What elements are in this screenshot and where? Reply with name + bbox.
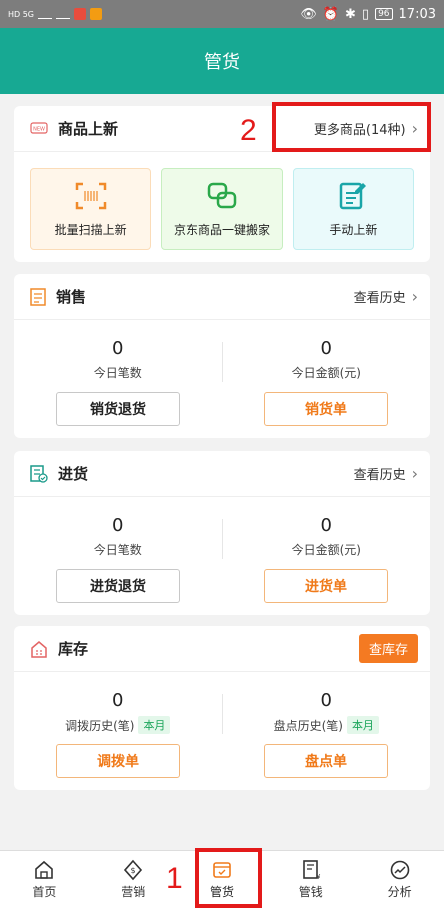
signal-icon-2 [56, 9, 71, 19]
batch-scan-tile[interactable]: 批量扫描上新 [30, 168, 152, 250]
warehouse-icon [31, 640, 47, 658]
video-app-icon [90, 8, 103, 20]
svg-text:¥: ¥ [316, 873, 321, 881]
bluetooth-icon: ✱ [345, 6, 356, 22]
home-icon [35, 860, 54, 879]
inventory-card: 库存 查库存 0 调拨历史(笔) 本月 0 盘点历史(笔) 本月 调拨单 盘点单 [14, 626, 430, 790]
page-header: 管货 [0, 28, 444, 94]
move-icon [207, 182, 237, 208]
marketing-icon: $ [124, 859, 143, 881]
manual-add-tile[interactable]: 手动上新 [292, 168, 414, 250]
page-title: 管货 [204, 52, 240, 73]
new-product-tiles: 批量扫描上新 京东商品一键搬家 手动上新 [14, 152, 430, 266]
jd-move-tile[interactable]: 京东商品一键搬家 [161, 168, 283, 250]
status-bar: HD 5G 👁 ⏰ ✱ ▯ 96 17:03 [0, 0, 444, 28]
sales-amount-label: 今日金额(元) [291, 366, 361, 380]
purchase-count-stat: 0 今日笔数 [14, 515, 222, 559]
sales-return-button[interactable]: 销货退货 [56, 392, 180, 426]
purchase-count-value: 0 [112, 515, 124, 536]
sales-count-value: 0 [112, 338, 124, 359]
tab-marketing-label: 营销 [121, 885, 146, 899]
purchase-count-label: 今日笔数 [93, 543, 142, 557]
purchase-return-button[interactable]: 进货退货 [56, 569, 180, 603]
purchase-title: 进货 [58, 465, 89, 483]
purchase-history-label: 查看历史 [353, 468, 406, 483]
highlight-box-2 [272, 102, 431, 152]
stocktake-order-button[interactable]: 盘点单 [264, 744, 388, 778]
new-badge-icon: NEW [30, 121, 48, 134]
check-stock-button[interactable]: 查库存 [358, 634, 418, 663]
purchase-amount-label: 今日金额(元) [291, 543, 361, 557]
stocktake-history-label: 盘点历史(笔) [273, 718, 343, 733]
battery-icon: 96 [375, 8, 393, 20]
eye-icon: 👁 [300, 6, 317, 22]
analysis-icon [390, 860, 409, 880]
inventory-header: 库存 查库存 [14, 626, 430, 672]
annotation-label-1: 1 [166, 862, 183, 895]
status-bar-right: 👁 ⏰ ✱ ▯ 96 17:03 [300, 7, 436, 22]
tab-analysis[interactable]: 分析 [355, 851, 444, 908]
tab-money-label: 管钱 [298, 885, 323, 899]
scan-icon [75, 182, 106, 209]
purchase-amount-stat: 0 今日金额(元) [223, 515, 431, 559]
manual-add-label: 手动上新 [329, 222, 378, 237]
sales-history-link[interactable]: 查看历史 › [354, 287, 418, 306]
vibrate-icon: ▯ [361, 6, 370, 22]
clock: 17:03 [398, 6, 436, 22]
transfer-history-stat: 0 调拨历史(笔) 本月 [14, 690, 222, 734]
tab-marketing[interactable]: $ 营销 [89, 851, 178, 908]
purchase-card: 进货 查看历史 › 0 今日笔数 0 今日金额(元) 进货退货 进货单 [14, 451, 430, 615]
status-bar-left: HD 5G [8, 8, 103, 20]
this-month-badge: 本月 [346, 716, 379, 734]
alarm-icon: ⏰ [322, 6, 340, 22]
inventory-stats: 0 调拨历史(笔) 本月 0 盘点历史(笔) 本月 [14, 672, 430, 734]
sales-amount-value: 0 [320, 338, 332, 359]
sales-history-label: 查看历史 [353, 291, 406, 306]
app-notification-icon [74, 8, 87, 20]
tab-money[interactable]: ¥ 管钱 [266, 851, 355, 908]
transfer-history-value: 0 [112, 690, 124, 711]
purchase-doc-icon [30, 464, 48, 483]
sales-title: 销售 [56, 288, 87, 306]
stocktake-history-stat: 0 盘点历史(笔) 本月 [223, 690, 431, 734]
purchase-history-link[interactable]: 查看历史 › [354, 464, 418, 483]
stocktake-history-value: 0 [320, 690, 332, 711]
sales-header: 销售 查看历史 › [14, 274, 430, 320]
sales-receipt-icon [30, 287, 46, 306]
new-products-title: 商品上新 [58, 120, 119, 138]
purchase-buttons: 进货退货 进货单 [14, 559, 430, 603]
tab-analysis-label: 分析 [387, 885, 412, 899]
network-type: HD 5G [8, 9, 35, 19]
transfer-history-label: 调拨历史(笔) [65, 718, 135, 733]
highlight-box-1 [195, 848, 262, 908]
sales-count-label: 今日笔数 [93, 366, 142, 380]
chevron-right-icon: › [411, 464, 418, 483]
tab-home-label: 首页 [32, 885, 57, 899]
this-month-badge: 本月 [138, 716, 171, 734]
sales-count-stat: 0 今日笔数 [14, 338, 222, 382]
sales-amount-stat: 0 今日金额(元) [223, 338, 431, 382]
svg-text:NEW: NEW [33, 126, 45, 132]
purchase-amount-value: 0 [320, 515, 332, 536]
sales-buttons: 销货退货 销货单 [14, 382, 430, 426]
sales-card: 销售 查看历史 › 0 今日笔数 0 今日金额(元) 销货退货 销货单 [14, 274, 430, 438]
tab-home[interactable]: 首页 [0, 851, 89, 908]
sales-stats: 0 今日笔数 0 今日金额(元) [14, 320, 430, 382]
signal-icon [38, 9, 53, 19]
inventory-title: 库存 [58, 640, 89, 658]
purchase-header: 进货 查看历史 › [14, 451, 430, 497]
batch-scan-label: 批量扫描上新 [54, 222, 127, 237]
annotation-label-2: 2 [240, 114, 257, 147]
transfer-order-button[interactable]: 调拨单 [56, 744, 180, 778]
jd-move-label: 京东商品一键搬家 [173, 222, 270, 237]
svg-text:$: $ [131, 866, 136, 875]
purchase-order-button[interactable]: 进货单 [264, 569, 388, 603]
edit-doc-icon [340, 182, 367, 209]
sales-order-button[interactable]: 销货单 [264, 392, 388, 426]
inventory-buttons: 调拨单 盘点单 [14, 734, 430, 778]
purchase-stats: 0 今日笔数 0 今日金额(元) [14, 497, 430, 559]
money-icon: ¥ [302, 860, 321, 881]
chevron-right-icon: › [411, 287, 418, 306]
